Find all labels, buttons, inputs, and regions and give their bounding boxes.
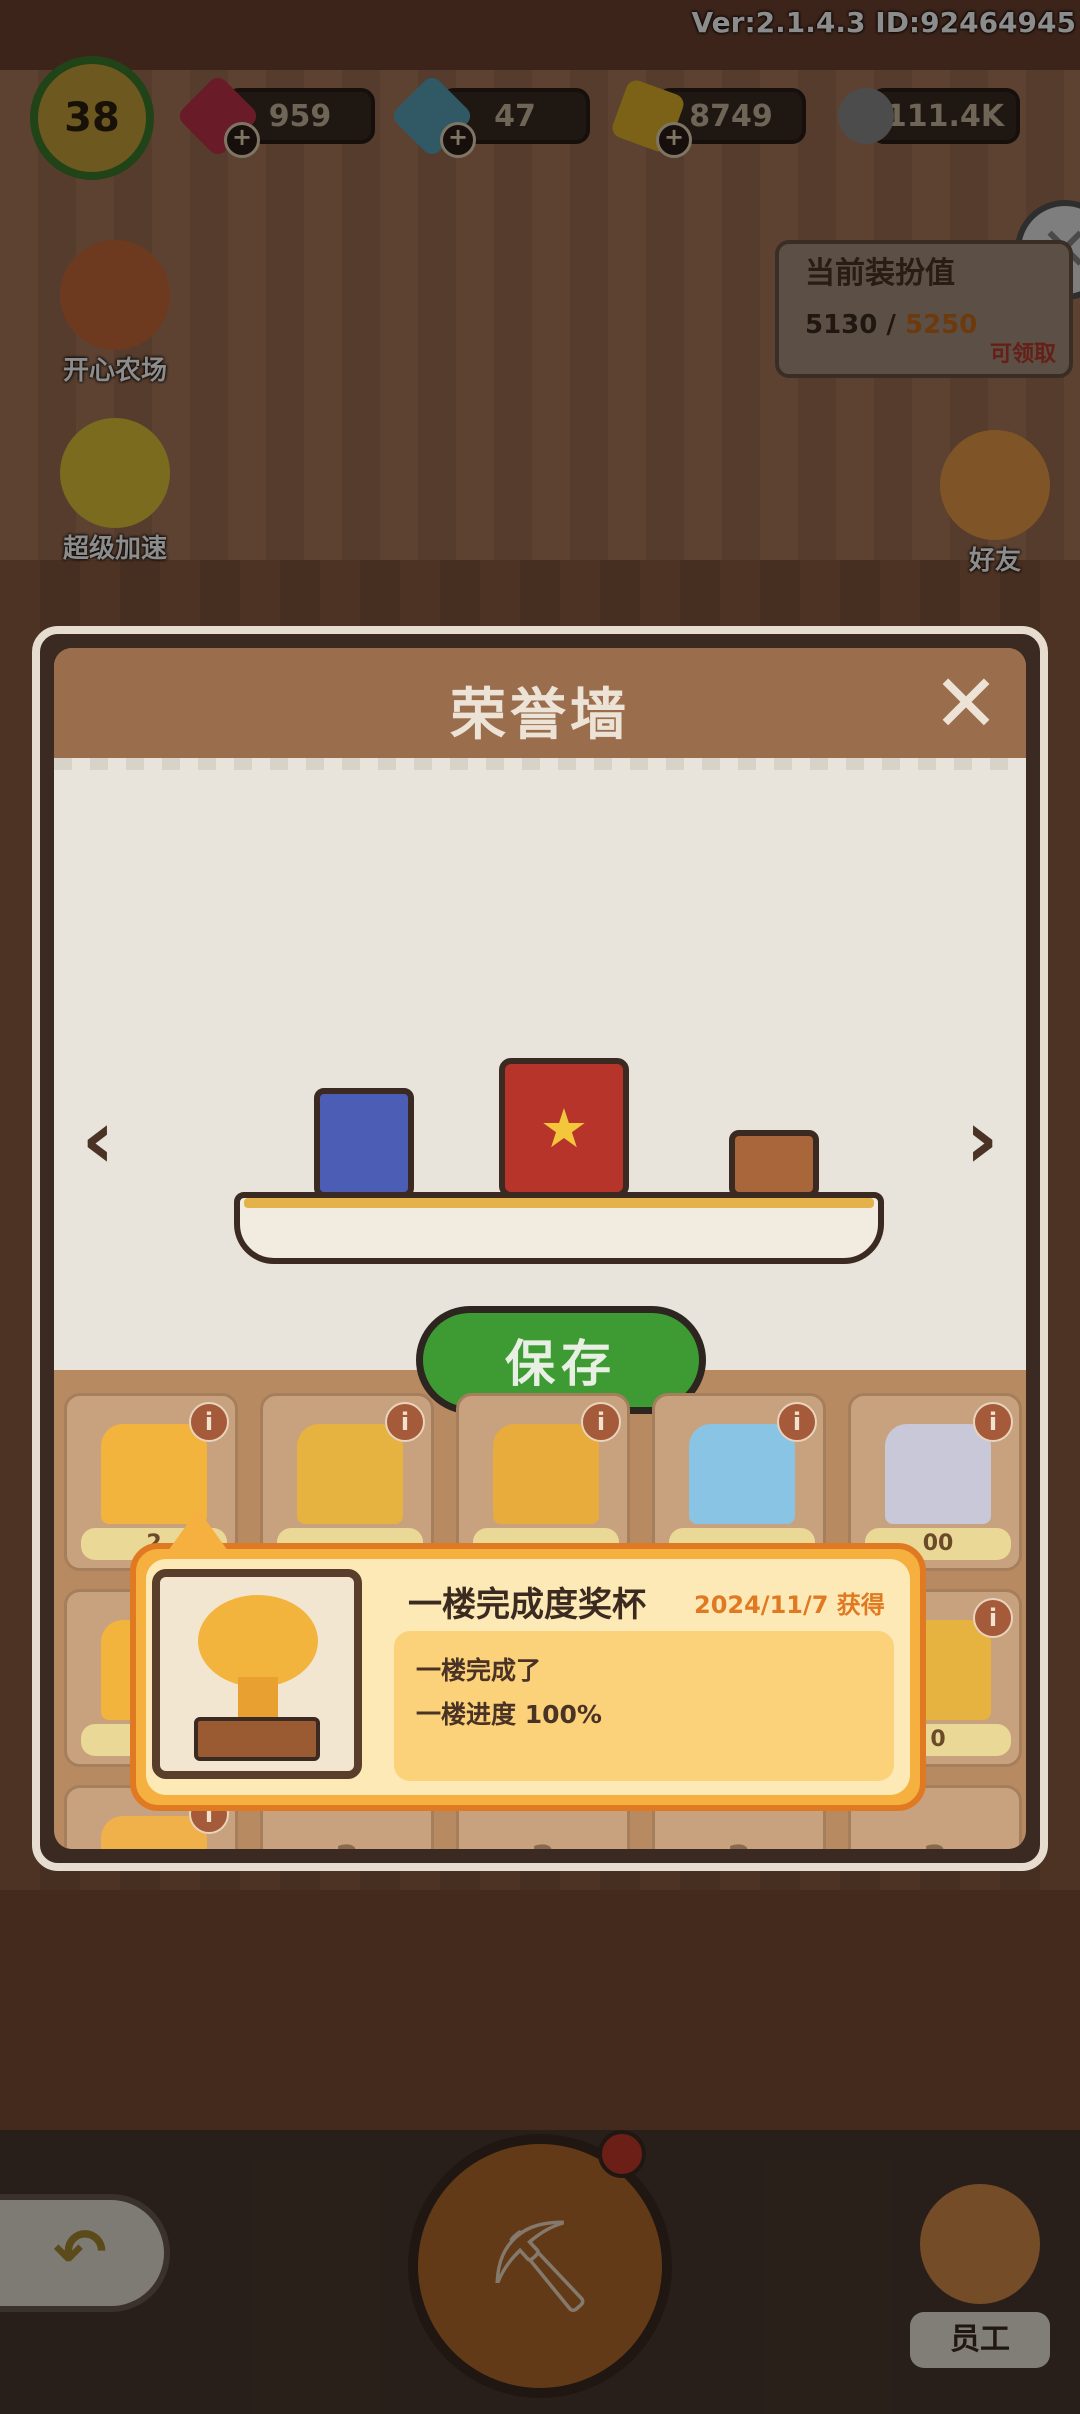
red-star-banner-trophy-icon[interactable]: ★ <box>499 1058 629 1198</box>
trophy-tooltip: 一楼完成度奖杯 2024/11/7 获得 一楼完成了 一楼进度 100% <box>130 1509 926 1811</box>
prev-arrow-icon[interactable]: ‹ <box>68 1100 128 1180</box>
info-icon[interactable]: i <box>581 1402 621 1442</box>
trophy-icon <box>493 1424 599 1524</box>
tooltip-line-1: 一楼完成了 <box>416 1656 542 1685</box>
tooltip-line-2: 一楼进度 100% <box>416 1700 602 1729</box>
blue-trophy-icon[interactable] <box>314 1088 414 1198</box>
close-icon[interactable]: ✕ <box>926 664 1006 746</box>
trophy-icon <box>297 1424 403 1524</box>
modal-title: 荣誉墙 <box>450 683 630 748</box>
info-icon[interactable]: i <box>777 1402 817 1442</box>
locked-question-icon: ? <box>459 1838 627 1849</box>
trophy-cloud-shape <box>198 1595 318 1687</box>
info-icon[interactable]: i <box>385 1402 425 1442</box>
locked-question-icon: ? <box>851 1838 1019 1849</box>
locked-question-icon: ? <box>263 1838 431 1849</box>
trophy-stem-shape <box>238 1677 278 1717</box>
mushroom-trophy-icon <box>152 1569 362 1779</box>
display-shelf-area: ‹ › ★ 保存 <box>54 758 1026 1414</box>
tooltip-pointer <box>168 1509 228 1551</box>
wooden-plaque-trophy-icon[interactable] <box>729 1130 819 1198</box>
trophy-base-shape <box>194 1717 320 1761</box>
info-icon[interactable]: i <box>973 1402 1013 1442</box>
info-icon[interactable]: i <box>189 1402 229 1442</box>
trophy-icon <box>689 1424 795 1524</box>
tooltip-title: 一楼完成度奖杯 <box>408 1585 646 1625</box>
info-icon[interactable]: i <box>973 1598 1013 1638</box>
trophy-icon <box>885 1424 991 1524</box>
shelf-trim <box>244 1198 874 1208</box>
next-arrow-icon[interactable]: › <box>952 1100 1012 1180</box>
tooltip-date: 2024/11/7 获得 <box>694 1591 885 1619</box>
locked-question-icon: ? <box>655 1838 823 1849</box>
